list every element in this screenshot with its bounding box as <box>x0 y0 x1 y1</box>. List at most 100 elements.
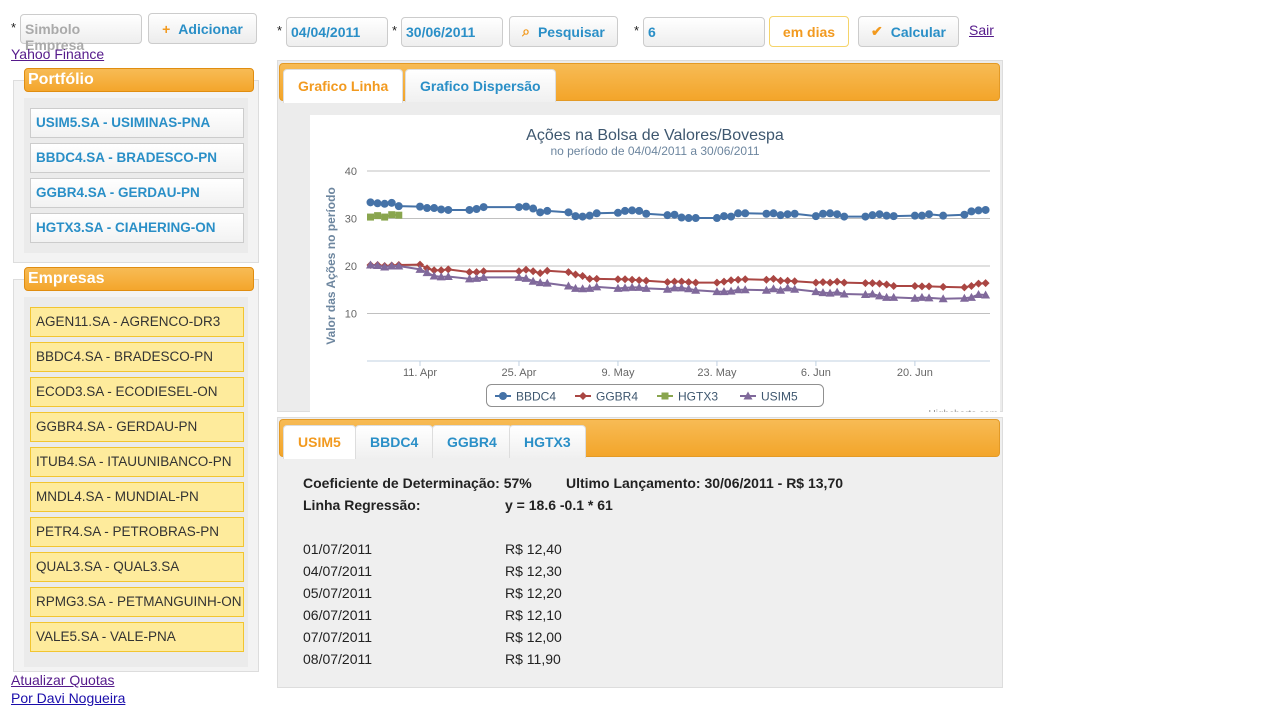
point-bbdc4 <box>691 214 700 223</box>
tab-bbdc4[interactable]: BBDC4 <box>355 425 434 458</box>
company-item[interactable]: ITUB4.SA - ITAUUNIBANCO-PN <box>30 447 244 477</box>
point-bbdc4 <box>387 198 396 207</box>
search-icon: ⌕ <box>522 23 530 39</box>
point-bbdc4 <box>373 199 382 208</box>
company-item[interactable]: PETR4.SA - PETROBRAS-PN <box>30 517 244 547</box>
point-ggbr4 <box>712 278 721 287</box>
tab-scatter-chart[interactable]: Grafico Dispersão <box>405 69 556 102</box>
point-bbdc4 <box>826 209 835 218</box>
point-bbdc4 <box>861 212 870 221</box>
point-hgtx3 <box>388 211 396 219</box>
point-hgtx3 <box>381 213 389 221</box>
point-bbdc4 <box>762 209 771 218</box>
point-ggbr4 <box>882 280 891 289</box>
point-ggbr4 <box>564 268 573 277</box>
forecast-value: R$ 11,90 <box>505 651 561 667</box>
company-item[interactable]: AGEN11.SA - AGRENCO-DR3 <box>30 307 244 337</box>
portfolio-title: Portfólio <box>24 68 254 92</box>
point-bbdc4 <box>423 204 432 213</box>
point-bbdc4 <box>592 209 601 218</box>
point-ggbr4 <box>543 266 552 275</box>
symbol-input[interactable]: Simbolo Empresa <box>20 14 142 53</box>
point-ggbr4 <box>769 274 778 283</box>
days-input[interactable]: 6 <box>643 17 765 47</box>
chart-title: Ações na Bolsa de Valores/Bovespa <box>526 127 784 144</box>
point-ggbr4 <box>967 281 976 290</box>
point-ggbr4 <box>691 278 700 287</box>
point-bbdc4 <box>889 212 898 221</box>
point-bbdc4 <box>981 205 990 214</box>
update-quotes-link[interactable]: Atualizar Quotas <box>11 672 115 688</box>
exit-link[interactable]: Sair <box>969 22 994 38</box>
point-bbdc4 <box>939 211 948 220</box>
point-ggbr4 <box>910 281 919 290</box>
point-hgtx3 <box>374 212 382 220</box>
yahoo-finance-link[interactable]: Yahoo Finance <box>11 46 104 62</box>
point-ggbr4 <box>613 275 622 284</box>
point-ggbr4 <box>578 271 587 280</box>
stock-tabbar: USIM5 BBDC4 GGBR4 HGTX3 <box>279 419 1000 459</box>
required-mark: * <box>277 23 283 38</box>
forecast-date: 04/07/2011 <box>303 563 373 579</box>
required-mark: * <box>392 23 398 38</box>
companies-title: Empresas <box>24 267 254 291</box>
company-item[interactable]: RPMG3.SA - PETMANGUINH-ON <box>30 587 244 617</box>
point-bbdc4 <box>514 203 523 212</box>
point-bbdc4 <box>967 207 976 216</box>
forecast-value: R$ 12,10 <box>505 607 562 623</box>
company-item[interactable]: VALE5.SA - VALE-PNA <box>30 622 244 652</box>
point-bbdc4 <box>522 202 531 211</box>
tab-hgtx3[interactable]: HGTX3 <box>509 425 586 458</box>
point-ggbr4 <box>925 282 934 291</box>
tab-ggbr4[interactable]: GGBR4 <box>432 425 512 458</box>
legend-label: HGTX3 <box>678 390 718 404</box>
end-date-input[interactable]: 30/06/2011 <box>401 17 503 47</box>
portfolio-item[interactable]: GGBR4.SA - GERDAU-PN <box>30 178 244 208</box>
point-bbdc4 <box>882 211 891 220</box>
point-usim5 <box>783 283 793 292</box>
point-bbdc4 <box>394 202 403 211</box>
author-link[interactable]: Por Davi Nogueira <box>11 690 125 706</box>
chart-tabbar: Grafico Linha Grafico Dispersão <box>279 63 1000 103</box>
point-ggbr4 <box>840 278 849 287</box>
forecast-date: 08/07/2011 <box>303 651 373 667</box>
point-bbdc4 <box>811 212 820 221</box>
point-ggbr4 <box>720 277 728 286</box>
company-item[interactable]: QUAL3.SA - QUAL3.SA <box>30 552 244 582</box>
calculate-button[interactable]: ✔ Calcular <box>858 16 959 47</box>
chart-credit[interactable]: Highcharts.com <box>929 409 998 412</box>
days-unit-button[interactable]: em dias <box>769 16 849 47</box>
portfolio-item[interactable]: USIM5.SA - USIMINAS-PNA <box>30 108 244 138</box>
point-ggbr4 <box>868 279 877 288</box>
point-bbdc4 <box>380 199 389 208</box>
search-button[interactable]: ⌕ Pesquisar <box>509 16 618 47</box>
point-ggbr4 <box>818 278 827 287</box>
point-ggbr4 <box>522 265 531 274</box>
y-tick-label: 30 <box>345 214 357 226</box>
tab-usim5[interactable]: USIM5 <box>283 425 356 459</box>
point-ggbr4 <box>592 274 601 283</box>
add-button[interactable]: + Adicionar <box>148 13 257 44</box>
point-ggbr4 <box>861 279 870 288</box>
point-ggbr4 <box>628 275 637 284</box>
point-usim5 <box>768 284 778 293</box>
point-bbdc4 <box>868 211 877 220</box>
series-ggbr4 <box>366 260 990 292</box>
point-bbdc4 <box>712 214 721 223</box>
company-item[interactable]: BBDC4.SA - BRADESCO-PN <box>30 342 244 372</box>
tab-line-chart[interactable]: Grafico Linha <box>283 69 404 103</box>
company-item[interactable]: GGBR4.SA - GERDAU-PN <box>30 412 244 442</box>
portfolio-item[interactable]: HGTX3.SA - CIAHERING-ON <box>30 213 244 243</box>
check-icon: ✔ <box>871 23 883 39</box>
portfolio-item[interactable]: BBDC4.SA - BRADESCO-PN <box>30 143 244 173</box>
company-item[interactable]: MNDL4.SA - MUNDIAL-PN <box>30 482 244 512</box>
point-bbdc4 <box>366 198 375 207</box>
company-item[interactable]: ECOD3.SA - ECODIESEL-ON <box>30 377 244 407</box>
point-bbdc4 <box>663 211 672 220</box>
legend-label: USIM5 <box>761 390 798 404</box>
start-date-input[interactable]: 04/04/2011 <box>286 17 388 47</box>
forecast-date: 07/07/2011 <box>303 629 373 645</box>
point-bbdc4 <box>564 208 573 217</box>
point-ggbr4 <box>917 282 926 291</box>
point-ggbr4 <box>571 270 580 279</box>
